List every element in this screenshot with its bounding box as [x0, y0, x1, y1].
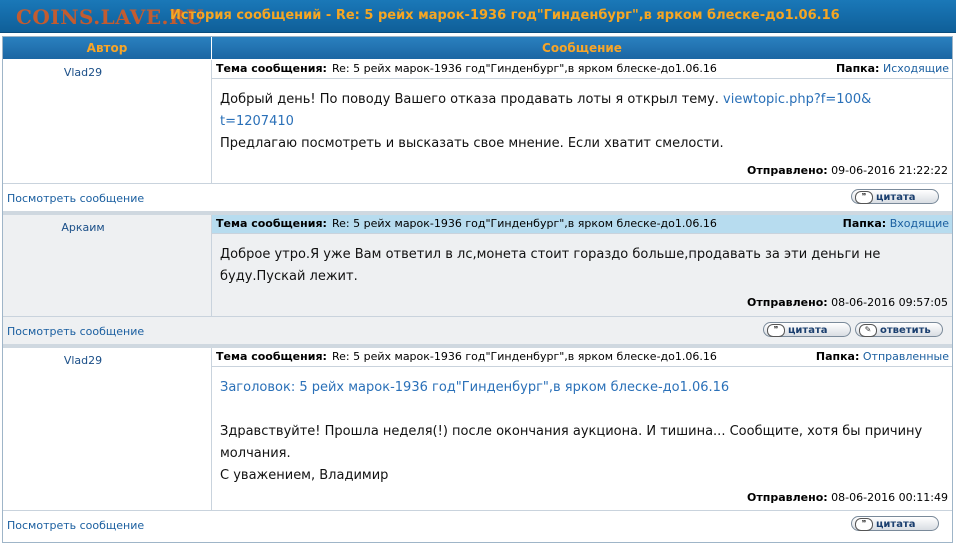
- message-history-table: Автор Сообщение Vlad29 Тема сообщения: R…: [2, 36, 953, 543]
- message-signature: С уважением, Владимир: [220, 468, 389, 483]
- topic-link[interactable]: viewtopic.php?f=100&: [723, 92, 871, 107]
- message-actions: Посмотреть сообщение ❞ цитата ✎ ответить: [3, 316, 952, 345]
- subject-line: Тема сообщения: Re: 5 рейх марок-1936 го…: [212, 60, 952, 79]
- quote-icon: ❞: [855, 191, 873, 204]
- reply-icon: ✎: [859, 324, 877, 337]
- message-body: Заголовок: 5 рейх марок-1936 год"Гинденб…: [220, 377, 940, 487]
- view-message-link[interactable]: Посмотреть сообщение: [7, 325, 144, 338]
- sent-timestamp: 08-06-2016 09:57:05: [831, 296, 948, 309]
- author-name[interactable]: Vlad29: [3, 66, 163, 79]
- message-line: Добрый день! По поводу Вашего отказа про…: [220, 92, 719, 107]
- subject-line: Тема сообщения: Re: 5 рейх марок-1936 го…: [212, 215, 952, 234]
- subject-value: Re: 5 рейх марок-1936 год"Гинденбург",в …: [332, 217, 717, 230]
- message-row: Vlad29 Тема сообщения: Re: 5 рейх марок-…: [3, 60, 952, 183]
- topic-link-continued[interactable]: t=1207410: [220, 114, 294, 129]
- page-title: История сообщений - Re: 5 рейх марок-193…: [170, 8, 840, 23]
- message-heading: Заголовок: 5 рейх марок-1936 год"Гинденб…: [220, 380, 730, 395]
- folder-link[interactable]: Отправленные: [863, 350, 949, 363]
- folder-label: Папка:: [842, 217, 887, 230]
- message-line: буду.Пускай лежит.: [220, 269, 358, 284]
- message-line: Здравствуйте! Прошла неделя(!) после око…: [220, 424, 923, 439]
- reply-button[interactable]: ✎ ответить: [855, 322, 943, 337]
- folder-link[interactable]: Исходящие: [883, 62, 949, 75]
- column-header-message: Сообщение: [212, 37, 952, 59]
- author-name[interactable]: Vlad29: [3, 354, 163, 367]
- message-line: Доброе утро.Я уже Вам ответил в лс,монет…: [220, 247, 881, 262]
- quote-icon: ❞: [855, 518, 873, 531]
- message-row: Аркаим Тема сообщения: Re: 5 рейх марок-…: [3, 215, 952, 316]
- sent-label: Отправлено:: [747, 491, 828, 504]
- folder-link[interactable]: Входящие: [890, 217, 949, 230]
- message-line: Предлагаю посмотреть и высказать свое мн…: [220, 136, 724, 151]
- folder-label: Папка:: [815, 350, 860, 363]
- sent-label: Отправлено:: [747, 164, 828, 177]
- column-header-author: Автор: [3, 37, 212, 59]
- folder-label: Папка:: [835, 62, 880, 75]
- message-actions: Посмотреть сообщение ❞ цитата: [3, 183, 952, 212]
- subject-label: Тема сообщения:: [216, 350, 327, 363]
- quote-button[interactable]: ❞ цитата: [763, 322, 851, 337]
- quote-icon: ❞: [767, 324, 785, 337]
- quote-button[interactable]: ❞ цитата: [851, 189, 939, 204]
- sent-timestamp: 09-06-2016 21:22:22: [831, 164, 948, 177]
- sent-label: Отправлено:: [747, 296, 828, 309]
- view-message-link[interactable]: Посмотреть сообщение: [7, 192, 144, 205]
- subject-value: Re: 5 рейх марок-1936 год"Гинденбург",в …: [332, 62, 717, 75]
- subject-value: Re: 5 рейх марок-1936 год"Гинденбург",в …: [332, 350, 717, 363]
- subject-line: Тема сообщения: Re: 5 рейх марок-1936 го…: [212, 348, 952, 367]
- message-body: Доброе утро.Я уже Вам ответил в лс,монет…: [220, 244, 940, 288]
- view-message-link[interactable]: Посмотреть сообщение: [7, 519, 144, 532]
- message-line: молчания.: [220, 446, 291, 461]
- subject-label: Тема сообщения:: [216, 217, 327, 230]
- author-name[interactable]: Аркаим: [3, 221, 163, 234]
- title-bar: COINS.LAVE.RU История сообщений - Re: 5 …: [0, 0, 956, 33]
- message-body: Добрый день! По поводу Вашего отказа про…: [220, 89, 940, 155]
- quote-button[interactable]: ❞ цитата: [851, 516, 939, 531]
- sent-timestamp: 08-06-2016 00:11:49: [831, 491, 948, 504]
- message-row: Vlad29 Тема сообщения: Re: 5 рейх марок-…: [3, 348, 952, 510]
- subject-label: Тема сообщения:: [216, 62, 327, 75]
- message-actions: Посмотреть сообщение ❞ цитата: [3, 510, 952, 539]
